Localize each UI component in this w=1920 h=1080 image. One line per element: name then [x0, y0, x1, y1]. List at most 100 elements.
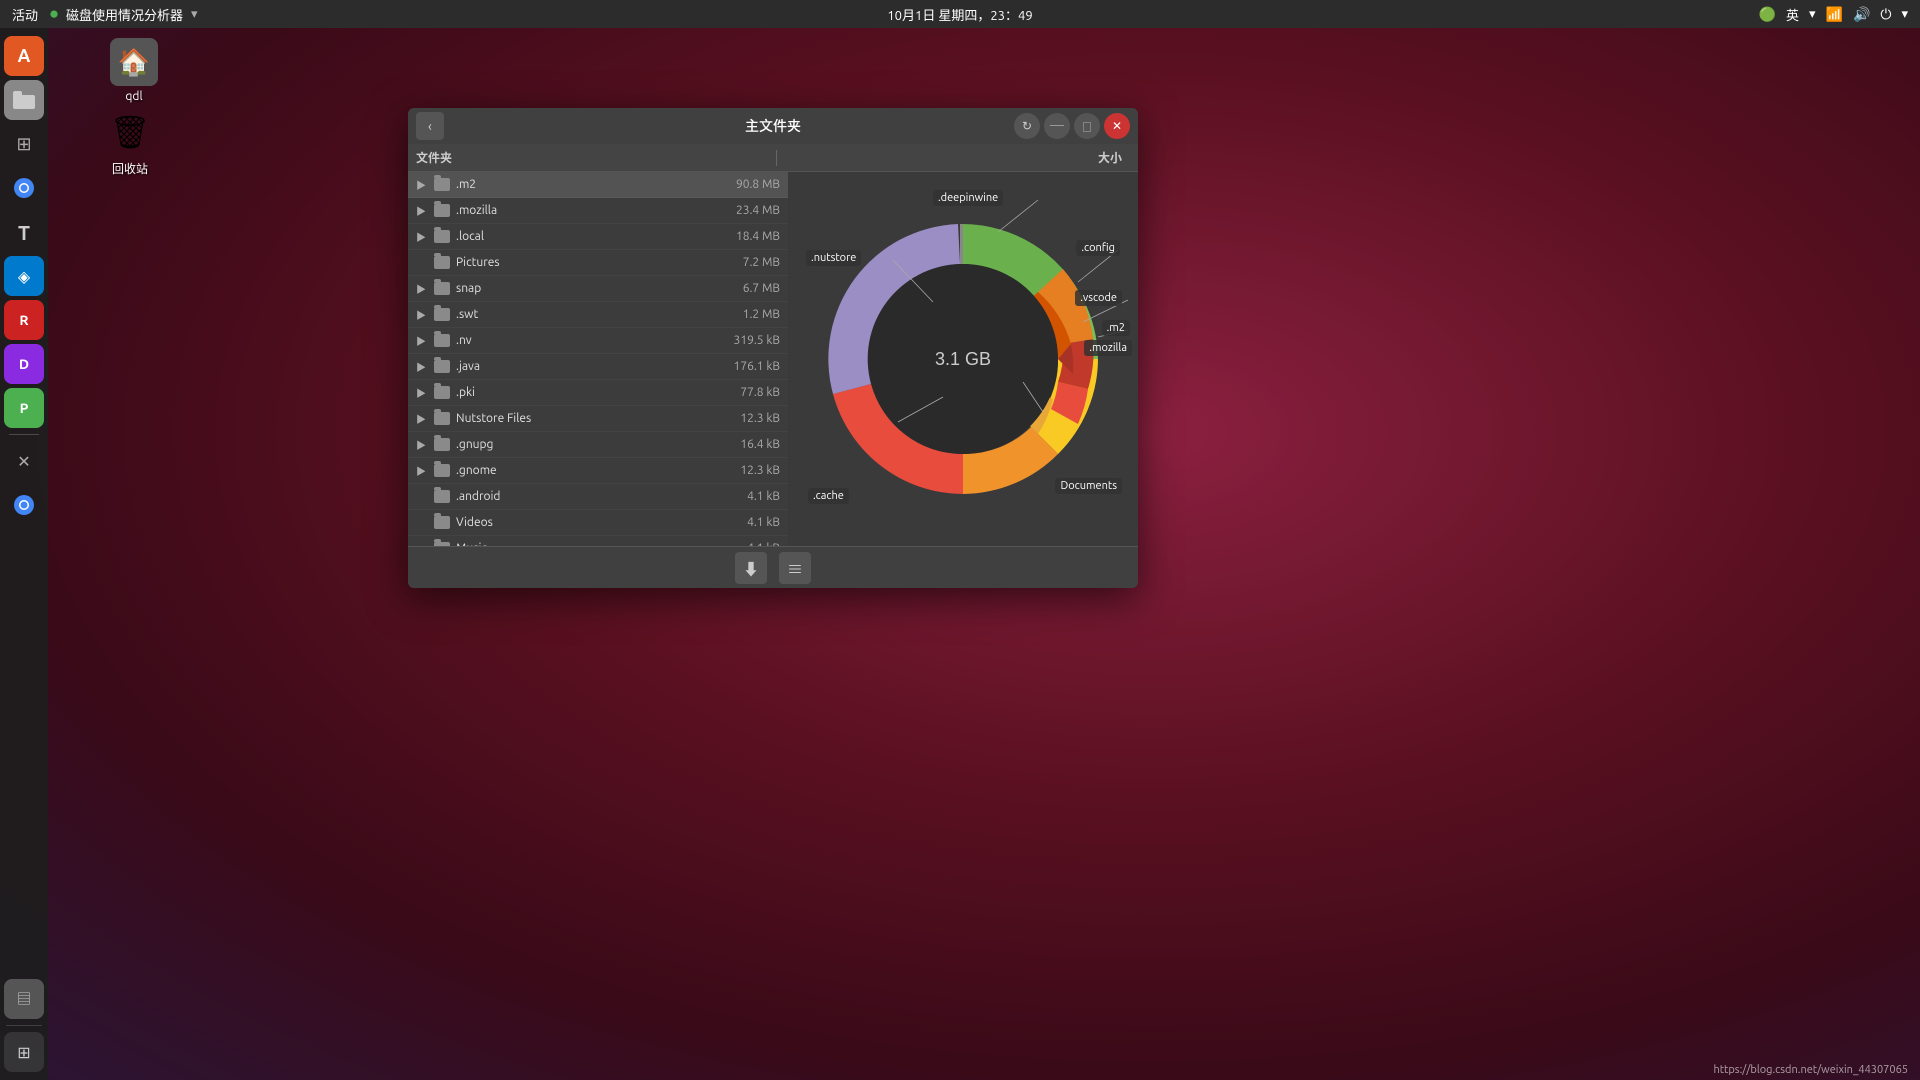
file-row[interactable]: ▶.mozilla23.4 MB	[408, 198, 788, 224]
dropdown-arrow[interactable]: ▾	[191, 7, 198, 22]
status-bar-url: https://blog.csdn.net/weixin_44307065	[1701, 1060, 1920, 1080]
dock-text-editor[interactable]: T	[4, 212, 44, 252]
file-expand-arrow[interactable]: ▶	[416, 333, 432, 348]
back-button[interactable]: ‹	[416, 112, 444, 140]
dock-pycharm[interactable]: P	[4, 388, 44, 428]
folder-icon	[432, 385, 452, 401]
dock-datagrip[interactable]: D	[4, 344, 44, 384]
desktop-icon-trash-label: 回收站	[112, 160, 148, 177]
dock-rider[interactable]: R	[4, 300, 44, 340]
file-expand-arrow[interactable]: ▶	[416, 229, 432, 244]
minimize-button[interactable]: ─	[1044, 113, 1070, 139]
chart-label-config: .config	[1076, 240, 1120, 256]
chart-area: 3.1 GB .deepinwine .config .nutstore .vs…	[788, 172, 1138, 546]
file-row[interactable]: ▶.nv319.5 kB	[408, 328, 788, 354]
toolbar-download-btn[interactable]: ⬇	[735, 552, 767, 584]
file-row[interactable]: ▶.java176.1 kB	[408, 354, 788, 380]
dock-bottom-separator	[6, 1025, 42, 1026]
file-row[interactable]: Pictures7.2 MB	[408, 250, 788, 276]
dock-app-store[interactable]: A	[4, 36, 44, 76]
folder-icon	[432, 515, 452, 531]
folder-icon	[432, 359, 452, 375]
file-row[interactable]: Videos4.1 kB	[408, 510, 788, 536]
folder-icon	[432, 437, 452, 453]
folder-icon	[432, 177, 452, 193]
file-row[interactable]: ▶.pki77.8 kB	[408, 380, 788, 406]
dock-chrome[interactable]	[4, 168, 44, 208]
file-size: 12.3 kB	[710, 412, 780, 425]
lang-dropdown[interactable]: ▾	[1809, 7, 1816, 22]
refresh-button[interactable]: ↻	[1014, 113, 1040, 139]
app-indicator-label[interactable]: 磁盘使用情况分析器	[66, 5, 183, 24]
chart-label-documents: Documents	[1055, 478, 1122, 494]
svg-text:3.1 GB: 3.1 GB	[935, 349, 991, 369]
dock-chromium[interactable]	[4, 485, 44, 525]
file-row[interactable]: .android4.1 kB	[408, 484, 788, 510]
file-expand-arrow[interactable]: ▶	[416, 411, 432, 426]
dock-left: A ⊞ T ◈ R D P ✕ ▤	[0, 28, 48, 1080]
col-divider	[776, 150, 777, 166]
dock-show-apps[interactable]: ⊞	[4, 1032, 44, 1072]
taskbar-top: 活动 ● 磁盘使用情况分析器 ▾ 10月1日 星期四，23：49 🟢 英 ▾ 📶…	[0, 0, 1920, 28]
dock-vscode[interactable]: ◈	[4, 256, 44, 296]
file-row[interactable]: ▶.gnupg16.4 kB	[408, 432, 788, 458]
col-size-header: 大小	[785, 149, 1130, 166]
taskbar-left: 活动 ● 磁盘使用情况分析器 ▾	[12, 5, 198, 24]
lang-indicator[interactable]: 英	[1786, 5, 1799, 24]
file-expand-arrow[interactable]: ▶	[416, 281, 432, 296]
file-name: .nv	[456, 334, 710, 347]
folder-icon	[432, 255, 452, 271]
file-row[interactable]: ▶.swt1.2 MB	[408, 302, 788, 328]
dock-files[interactable]	[4, 80, 44, 120]
file-row[interactable]: Music4.1 kB	[408, 536, 788, 546]
column-headers: 文件夹 大小	[408, 144, 1138, 172]
dock-apps[interactable]: ⊞	[4, 124, 44, 164]
file-name: Nutstore Files	[456, 412, 710, 425]
folder-icon	[432, 307, 452, 323]
desktop-icon-trash[interactable]: 🗑 回收站	[106, 108, 154, 177]
dock-separator	[9, 434, 39, 435]
window-title: 主文件夹	[745, 116, 801, 136]
file-size: 1.2 MB	[710, 308, 780, 321]
close-button[interactable]: ✕	[1104, 113, 1130, 139]
bottom-toolbar: ⬇ ≡	[408, 546, 1138, 588]
chart-label-cache: .cache	[808, 488, 849, 504]
file-name: .gnome	[456, 464, 710, 477]
app-window: ‹ 主文件夹 ↻ ─ □ ✕ 文件夹 大小 ▶.m290.8 MB▶.mozil…	[408, 108, 1138, 588]
network-icon: 📶	[1826, 6, 1843, 23]
file-name: .pki	[456, 386, 710, 399]
app-dot: ●	[50, 9, 58, 20]
taskbar-datetime[interactable]: 10月1日 星期四，23：49	[887, 5, 1032, 24]
volume-icon: 🔊	[1853, 6, 1870, 23]
file-row[interactable]: ▶snap6.7 MB	[408, 276, 788, 302]
file-expand-arrow[interactable]: ▶	[416, 385, 432, 400]
file-row[interactable]: ▶.gnome12.3 kB	[408, 458, 788, 484]
file-expand-arrow[interactable]: ▶	[416, 307, 432, 322]
file-row[interactable]: ▶.m290.8 MB	[408, 172, 788, 198]
folder-icon	[432, 463, 452, 479]
chart-label-deepinwine: .deepinwine	[933, 190, 1003, 206]
chart-label-vscode: .vscode	[1075, 290, 1122, 306]
file-expand-arrow[interactable]: ▶	[416, 177, 432, 192]
desktop-icon-qdl-label: qdl	[125, 90, 142, 103]
chart-label-nutstore: .nutstore	[806, 250, 861, 266]
file-name: snap	[456, 282, 710, 295]
activity-label[interactable]: 活动	[12, 5, 38, 24]
power-dropdown[interactable]: ▾	[1901, 7, 1908, 22]
title-bar-controls: ↻ ─ □ ✕	[1014, 113, 1130, 139]
file-expand-arrow[interactable]: ▶	[416, 463, 432, 478]
dock-ssd[interactable]: ▤	[4, 979, 44, 1019]
file-row[interactable]: ▶.local18.4 MB	[408, 224, 788, 250]
maximize-button[interactable]: □	[1074, 113, 1100, 139]
file-expand-arrow[interactable]: ▶	[416, 359, 432, 374]
dock-x[interactable]: ✕	[4, 441, 44, 481]
file-name: Pictures	[456, 256, 710, 269]
desktop-icon-qdl[interactable]: 🏠 qdl	[110, 38, 158, 103]
power-icon: ⏻	[1880, 6, 1891, 23]
file-expand-arrow[interactable]: ▶	[416, 203, 432, 218]
folder-icon	[432, 333, 452, 349]
toolbar-menu-btn[interactable]: ≡	[779, 552, 811, 584]
file-expand-arrow[interactable]: ▶	[416, 437, 432, 452]
file-name: .local	[456, 230, 710, 243]
file-row[interactable]: ▶ Nutstore Files12.3 kB	[408, 406, 788, 432]
